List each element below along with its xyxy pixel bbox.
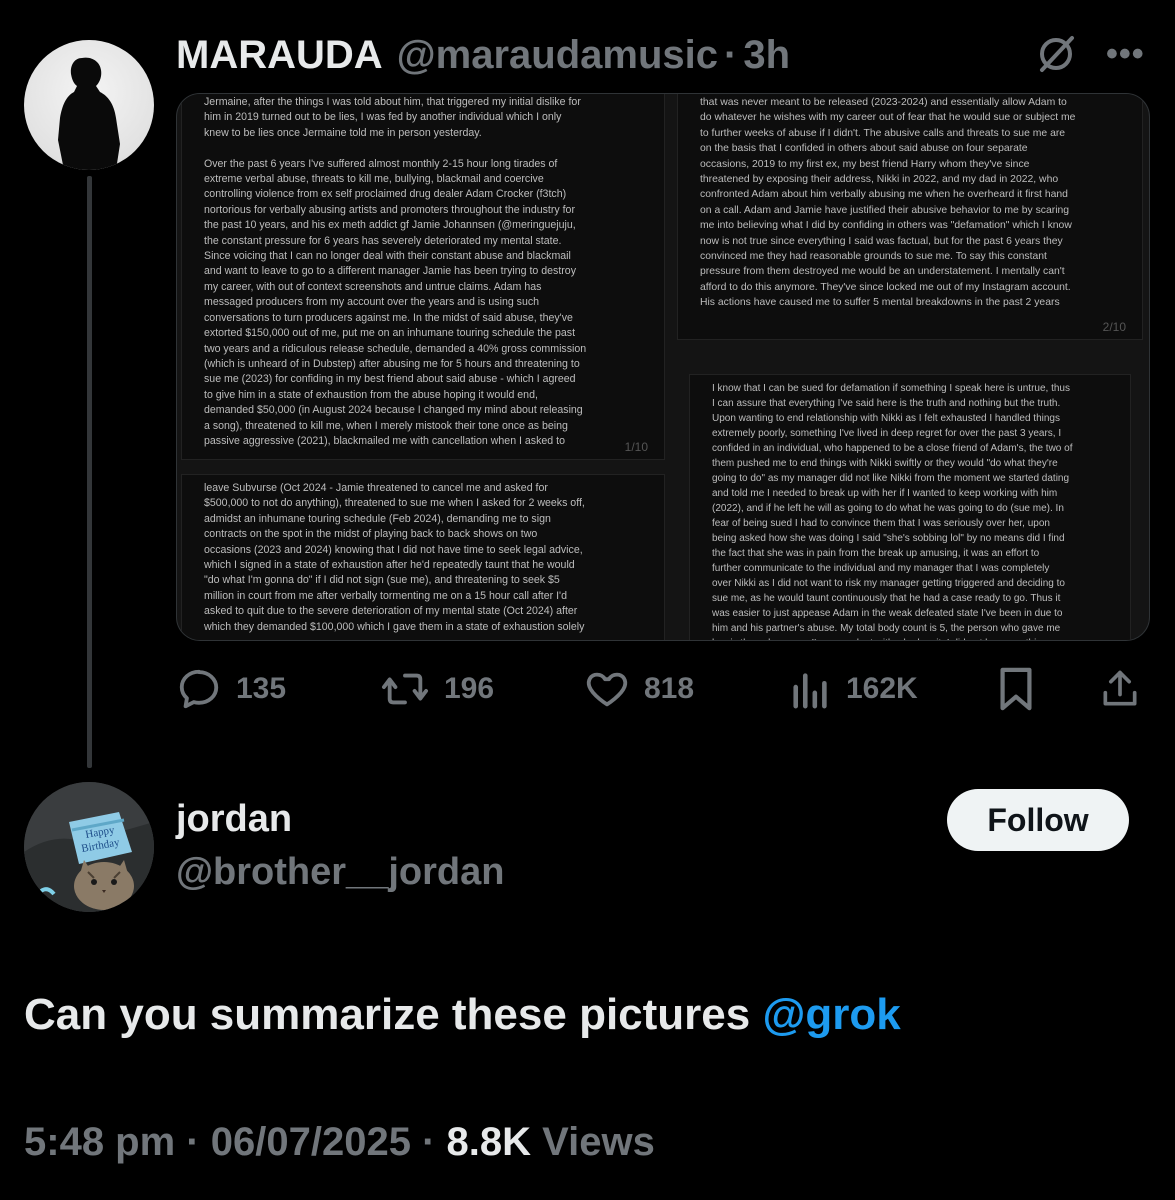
repost-icon xyxy=(381,673,428,705)
reply-button[interactable]: 135 xyxy=(176,664,286,714)
tweet-time[interactable]: 3h xyxy=(743,33,790,78)
media-page-2[interactable]: that was never meant to be released (202… xyxy=(677,94,1143,340)
reply-time[interactable]: 5:48 pm xyxy=(24,1120,175,1164)
heart-icon xyxy=(586,672,628,707)
reply-metadata: 5:48 pm · 06/07/2025 · 8.8K Views xyxy=(24,1120,655,1165)
reply-body: Can you summarize these pictures @grok xyxy=(24,990,901,1040)
bookmark-button[interactable] xyxy=(996,664,1050,714)
reply-count: 135 xyxy=(236,672,287,705)
silhouette-figure-icon xyxy=(58,57,120,170)
share-button[interactable] xyxy=(1098,664,1156,714)
grok-mention-link[interactable]: @grok xyxy=(762,990,900,1039)
like-button[interactable]: 818 xyxy=(584,664,694,714)
reply-author-avatar[interactable]: Happy Birthday xyxy=(24,782,154,912)
views-button[interactable]: 162K xyxy=(790,664,918,714)
media-page-2-text: that was never meant to be released (202… xyxy=(700,97,1076,309)
repost-count: 196 xyxy=(444,672,495,705)
tweet-header: MARAUDA @maraudamusic · 3h xyxy=(176,30,790,80)
media-page-3-text: leave Subvurse (Oct 2024 - Jamie threate… xyxy=(204,482,585,633)
reply-views-label: Views xyxy=(542,1120,655,1164)
views-count: 162K xyxy=(846,672,918,705)
reply-author-handle[interactable]: @brother__jordan xyxy=(176,851,504,894)
author-name[interactable]: MARAUDA xyxy=(176,33,383,78)
share-icon xyxy=(1103,670,1137,706)
bookmark-icon xyxy=(1000,667,1032,711)
reply-date[interactable]: 06/07/2025 xyxy=(211,1120,411,1164)
cat-birthday-hat-icon: Happy Birthday xyxy=(24,782,154,912)
reply-text: Can you summarize these pictures xyxy=(24,990,763,1039)
thread-connector-line xyxy=(87,176,92,768)
media-page-1[interactable]: Jermaine, after the things I was told ab… xyxy=(181,94,665,460)
views-chart-icon xyxy=(793,673,827,709)
media-page-1-number: 1/10 xyxy=(624,439,648,454)
separator-dot: · xyxy=(724,32,738,77)
media-page-1-text: Jermaine, after the things I was told ab… xyxy=(204,96,587,447)
reply-views-count[interactable]: 8.8K xyxy=(447,1120,532,1164)
tweet-actions-bar: 135 196 818 162K xyxy=(176,664,1150,714)
like-count: 818 xyxy=(644,672,695,705)
separator-dot: · xyxy=(422,1120,436,1164)
grok-icon[interactable] xyxy=(1034,32,1078,76)
tweet-media-grid[interactable]: Jermaine, after the things I was told ab… xyxy=(176,93,1150,641)
reply-author-name[interactable]: jordan xyxy=(176,798,292,841)
author-avatar[interactable] xyxy=(24,40,154,170)
follow-button[interactable]: Follow xyxy=(947,789,1129,851)
separator-dot: · xyxy=(186,1120,200,1164)
media-page-4[interactable]: I know that I can be sued for defamation… xyxy=(689,374,1131,640)
media-page-4-text: I know that I can be sued for defamation… xyxy=(712,383,1073,640)
more-options-icon[interactable]: ••• xyxy=(1106,34,1150,74)
media-page-2-number: 2/10 xyxy=(1102,319,1126,334)
author-handle[interactable]: @maraudamusic xyxy=(397,33,718,78)
reply-icon xyxy=(179,669,219,709)
media-page-3[interactable]: leave Subvurse (Oct 2024 - Jamie threate… xyxy=(181,474,665,640)
repost-button[interactable]: 196 xyxy=(380,664,494,714)
